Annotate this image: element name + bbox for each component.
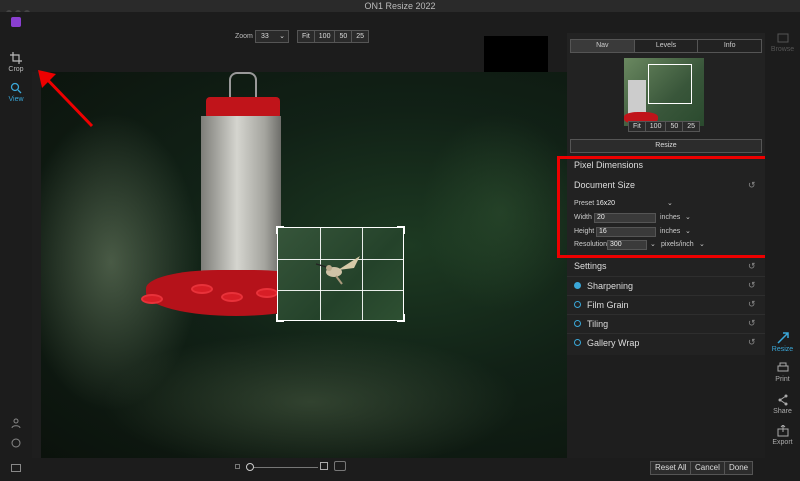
tab-levels[interactable]: Levels bbox=[635, 40, 699, 52]
hummingbird-image bbox=[315, 256, 360, 285]
browse-label: Browse bbox=[770, 46, 795, 53]
setting-sharpening[interactable]: Sharpening ↺ bbox=[567, 276, 765, 294]
large-preview-icon[interactable] bbox=[320, 462, 328, 470]
film-grain-label: Film Grain bbox=[587, 300, 629, 310]
zoom-slider-knob[interactable] bbox=[246, 463, 254, 471]
print-icon bbox=[777, 362, 788, 372]
bottom-bar: Reset All Cancel Done bbox=[0, 458, 800, 481]
print-label: Print bbox=[775, 376, 790, 383]
crop-handle-tr[interactable] bbox=[397, 226, 405, 234]
sharpening-label: Sharpening bbox=[587, 281, 634, 291]
browse-tool[interactable]: Browse bbox=[765, 32, 800, 53]
zoom-fit-button[interactable]: Fit bbox=[297, 30, 315, 43]
zoom-slider[interactable] bbox=[248, 467, 318, 468]
gallery-wrap-label: Gallery Wrap bbox=[587, 338, 640, 348]
title-bar: ON1 Resize 2022 bbox=[0, 0, 800, 16]
settings-header[interactable]: Settings bbox=[567, 261, 765, 271]
right-toolbar: Browse Resize Print Share Export bbox=[765, 12, 800, 470]
share-label: Share bbox=[773, 408, 792, 415]
gallery-wrap-reset-icon[interactable]: ↺ bbox=[748, 337, 756, 348]
nav-fit-button[interactable]: Fit bbox=[628, 121, 646, 132]
nav-25-button[interactable]: 25 bbox=[682, 121, 701, 132]
user-icon-button[interactable] bbox=[0, 418, 32, 430]
print-tool[interactable]: Print bbox=[765, 362, 800, 383]
panel-tabs: Nav Levels Info bbox=[570, 39, 762, 53]
crop-tool[interactable]: Crop bbox=[0, 52, 32, 73]
zoom-50-button[interactable]: 50 bbox=[334, 30, 353, 43]
feeder-tube bbox=[201, 116, 281, 286]
gallery-wrap-toggle[interactable] bbox=[574, 339, 581, 346]
overlay-box bbox=[484, 36, 548, 75]
navigator-viewport-rect[interactable] bbox=[648, 64, 692, 104]
zoom-25-button[interactable]: 25 bbox=[351, 30, 370, 43]
nav-zoom-buttons: Fit 100 50 25 bbox=[628, 121, 701, 132]
feeder-hanger bbox=[229, 72, 257, 100]
export-label: Export bbox=[772, 439, 793, 446]
app-logo-icon bbox=[11, 17, 21, 27]
tiling-reset-icon[interactable]: ↺ bbox=[748, 318, 756, 329]
sidebar-toggle-icon[interactable] bbox=[11, 464, 21, 472]
zoom-select[interactable]: 33 ⌄ bbox=[255, 30, 289, 43]
image-canvas[interactable] bbox=[41, 72, 567, 458]
compare-icon[interactable] bbox=[334, 461, 346, 471]
help-icon bbox=[11, 438, 21, 448]
crop-handle-tl[interactable] bbox=[276, 226, 284, 234]
sharpening-toggle[interactable] bbox=[574, 282, 581, 289]
small-preview-icon[interactable] bbox=[235, 464, 240, 469]
setting-gallery-wrap[interactable]: Gallery Wrap ↺ bbox=[567, 333, 765, 351]
zoom-100-button[interactable]: 100 bbox=[313, 30, 336, 43]
zoom-preset-buttons: Fit 100 50 25 bbox=[297, 30, 370, 43]
resize-label: Resize bbox=[771, 346, 794, 353]
crop-label: Crop bbox=[8, 66, 24, 73]
resize-icon bbox=[776, 332, 789, 344]
crop-icon bbox=[10, 52, 22, 64]
navigator-thumbnail[interactable] bbox=[624, 58, 704, 126]
help-button[interactable] bbox=[0, 438, 32, 450]
window-title: ON1 Resize 2022 bbox=[364, 1, 436, 11]
annotation-arrow bbox=[38, 70, 94, 128]
nav-100-button[interactable]: 100 bbox=[644, 121, 667, 132]
view-tool[interactable]: View bbox=[0, 82, 32, 103]
resize-button[interactable]: Resize bbox=[570, 139, 762, 153]
share-tool[interactable]: Share bbox=[765, 394, 800, 415]
chevron-updown-icon: ⌄ bbox=[279, 33, 285, 40]
film-grain-toggle[interactable] bbox=[574, 301, 581, 308]
cancel-button[interactable]: Cancel bbox=[690, 461, 725, 475]
tiling-label: Tiling bbox=[587, 319, 609, 329]
user-icon bbox=[11, 418, 21, 428]
left-toolbar: Crop View bbox=[0, 12, 32, 470]
share-icon bbox=[778, 394, 787, 406]
export-icon bbox=[777, 425, 788, 437]
crop-handle-br[interactable] bbox=[397, 314, 405, 322]
film-grain-reset-icon[interactable]: ↺ bbox=[748, 299, 756, 310]
setting-film-grain[interactable]: Film Grain ↺ bbox=[567, 295, 765, 313]
settings-reset-icon[interactable]: ↺ bbox=[748, 261, 756, 272]
zoom-value: 33 bbox=[261, 33, 269, 40]
done-button[interactable]: Done bbox=[724, 461, 754, 475]
zoom-label: Zoom bbox=[235, 33, 253, 40]
crop-selection[interactable] bbox=[276, 226, 405, 322]
nav-50-button[interactable]: 50 bbox=[665, 121, 684, 132]
annotation-highlight-box bbox=[557, 156, 778, 258]
view-label: View bbox=[8, 96, 24, 103]
view-icon bbox=[10, 82, 22, 94]
export-tool[interactable]: Export bbox=[765, 425, 800, 446]
sharpening-reset-icon[interactable]: ↺ bbox=[748, 280, 756, 291]
browse-icon bbox=[777, 33, 788, 43]
tab-nav[interactable]: Nav bbox=[571, 40, 635, 52]
setting-tiling[interactable]: Tiling ↺ bbox=[567, 314, 765, 332]
resize-tool[interactable]: Resize bbox=[765, 332, 800, 353]
tiling-toggle[interactable] bbox=[574, 320, 581, 327]
tab-info[interactable]: Info bbox=[698, 40, 761, 52]
crop-handle-bl[interactable] bbox=[276, 314, 284, 322]
reset-all-button[interactable]: Reset All bbox=[650, 461, 692, 475]
